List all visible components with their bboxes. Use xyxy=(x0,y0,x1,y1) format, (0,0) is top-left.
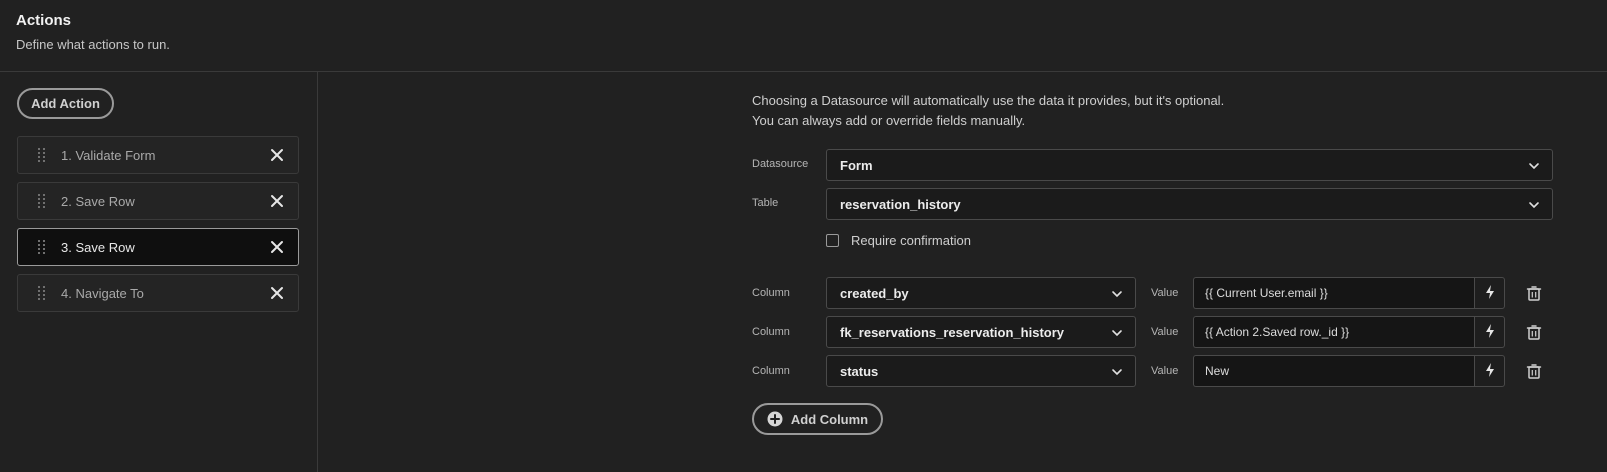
value-input[interactable]: {{ Action 2.Saved row._id }} xyxy=(1193,316,1474,348)
column-label: Column xyxy=(752,365,790,377)
action-item-navigate-to[interactable]: 4. Navigate To xyxy=(17,274,299,312)
close-icon[interactable] xyxy=(268,284,286,302)
drag-handle-icon[interactable] xyxy=(38,148,46,164)
close-icon[interactable] xyxy=(268,192,286,210)
value-label: Value xyxy=(1151,365,1179,377)
datasource-select[interactable]: Form xyxy=(826,149,1553,181)
action-item-save-row-1[interactable]: 2. Save Row xyxy=(17,182,299,220)
add-column-button[interactable]: Add Column xyxy=(752,403,883,435)
info-line-2: You can always add or override fields ma… xyxy=(752,113,1026,128)
lightning-icon xyxy=(1484,362,1496,381)
drag-handle-icon[interactable] xyxy=(38,240,46,256)
column-value: created_by xyxy=(840,285,909,301)
column-select[interactable]: fk_reservations_reservation_history xyxy=(826,316,1136,348)
drag-handle-icon[interactable] xyxy=(38,286,46,302)
chevron-down-icon xyxy=(1111,327,1123,339)
lightning-icon xyxy=(1484,323,1496,342)
column-value: status xyxy=(840,363,879,379)
page-subtitle: Define what actions to run. xyxy=(16,37,170,52)
actions-sidebar: Add Action 1. Validate Form 2. Save Row xyxy=(0,72,318,472)
close-icon[interactable] xyxy=(268,238,286,256)
chevron-down-icon xyxy=(1528,199,1540,211)
info-line-1: Choosing a Datasource will automatically… xyxy=(752,93,1225,108)
binding-button[interactable] xyxy=(1474,316,1505,348)
table-select[interactable]: reservation_history xyxy=(826,188,1553,220)
trash-icon[interactable] xyxy=(1526,363,1542,379)
column-select[interactable]: status xyxy=(826,355,1136,387)
plus-circle-icon xyxy=(767,411,783,427)
add-action-button[interactable]: Add Action xyxy=(17,88,114,119)
datasource-info: Choosing a Datasource will automatically… xyxy=(752,91,1224,131)
column-select[interactable]: created_by xyxy=(826,277,1136,309)
column-label: Column xyxy=(752,287,790,299)
action-item-label: 1. Validate Form xyxy=(61,148,156,163)
chevron-down-icon xyxy=(1111,366,1123,378)
value-input[interactable]: {{ Current User.email }} xyxy=(1193,277,1474,309)
action-item-label: 3. Save Row xyxy=(61,240,135,255)
action-item-label: 4. Navigate To xyxy=(61,286,144,301)
action-item-validate-form[interactable]: 1. Validate Form xyxy=(17,136,299,174)
lightning-icon xyxy=(1484,284,1496,303)
trash-icon[interactable] xyxy=(1526,324,1542,340)
value-input[interactable]: New xyxy=(1193,355,1474,387)
require-confirmation-label: Require confirmation xyxy=(851,233,971,248)
datasource-label: Datasource xyxy=(752,158,809,170)
binding-button[interactable] xyxy=(1474,277,1505,309)
page-title: Actions xyxy=(16,12,72,29)
binding-button[interactable] xyxy=(1474,355,1505,387)
datasource-value: Form xyxy=(840,157,873,173)
drag-handle-icon[interactable] xyxy=(38,194,46,210)
table-value: reservation_history xyxy=(840,196,961,212)
action-item-label: 2. Save Row xyxy=(61,194,135,209)
column-value: fk_reservations_reservation_history xyxy=(840,324,1065,340)
trash-icon[interactable] xyxy=(1526,285,1542,301)
table-label: Table xyxy=(752,197,779,209)
value-label: Value xyxy=(1151,326,1179,338)
chevron-down-icon xyxy=(1111,288,1123,300)
action-item-save-row-2[interactable]: 3. Save Row xyxy=(17,228,299,266)
close-icon[interactable] xyxy=(268,146,286,164)
value-label: Value xyxy=(1151,287,1179,299)
panel-header: Actions Define what actions to run. xyxy=(0,0,1607,72)
column-label: Column xyxy=(752,326,790,338)
require-confirmation-checkbox[interactable] xyxy=(826,234,839,247)
add-column-label: Add Column xyxy=(790,411,869,427)
require-confirmation-row: Require confirmation xyxy=(826,233,971,248)
chevron-down-icon xyxy=(1528,160,1540,172)
